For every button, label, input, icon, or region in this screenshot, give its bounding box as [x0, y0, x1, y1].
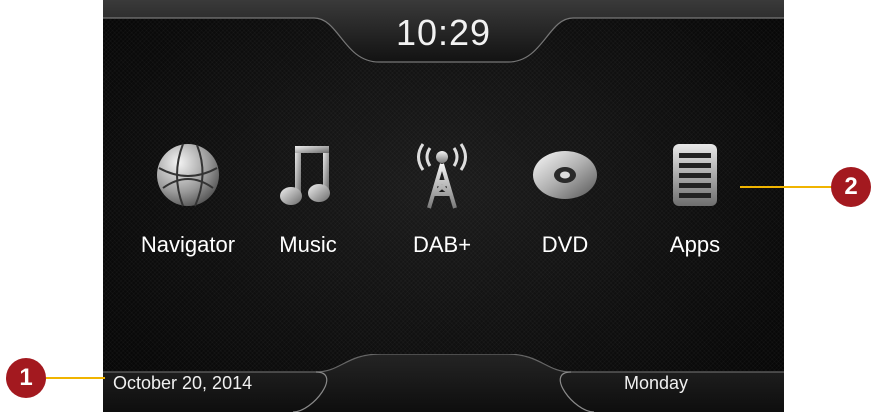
app-navigator[interactable]: Navigator [133, 140, 243, 258]
app-label: Navigator [140, 232, 236, 257]
head-unit-screen: 10:29 Navigator Music DAB+ DVD Apps Octo… [103, 0, 784, 412]
app-apps[interactable]: Apps [640, 140, 750, 258]
callout-badge-2: 2 [831, 167, 871, 207]
weekday-display: Monday [623, 373, 688, 393]
disc-icon [533, 151, 597, 199]
app-label: DAB+ [412, 232, 472, 257]
callout-badge-1: 1 [6, 358, 46, 398]
apps-list-icon [673, 144, 717, 206]
clock-time: 10:29 [395, 12, 492, 53]
bottom-status-bar: October 20, 2014 Monday [103, 354, 784, 412]
globe-icon [157, 143, 219, 207]
date-display: October 20, 2014 [113, 373, 253, 393]
top-status-bar: 10:29 [103, 0, 784, 70]
callout-line-2 [740, 186, 834, 188]
app-label: Apps [669, 232, 721, 257]
app-music[interactable]: Music [253, 140, 363, 258]
radio-tower-icon [417, 143, 467, 209]
app-dab[interactable]: DAB+ [387, 140, 497, 258]
app-dvd[interactable]: DVD [510, 140, 620, 258]
app-label: DVD [541, 232, 589, 257]
callout-line-1 [46, 377, 105, 379]
app-label: Music [279, 232, 337, 257]
app-launcher: Navigator Music DAB+ DVD Apps [103, 140, 784, 270]
music-note-icon [280, 146, 330, 205]
